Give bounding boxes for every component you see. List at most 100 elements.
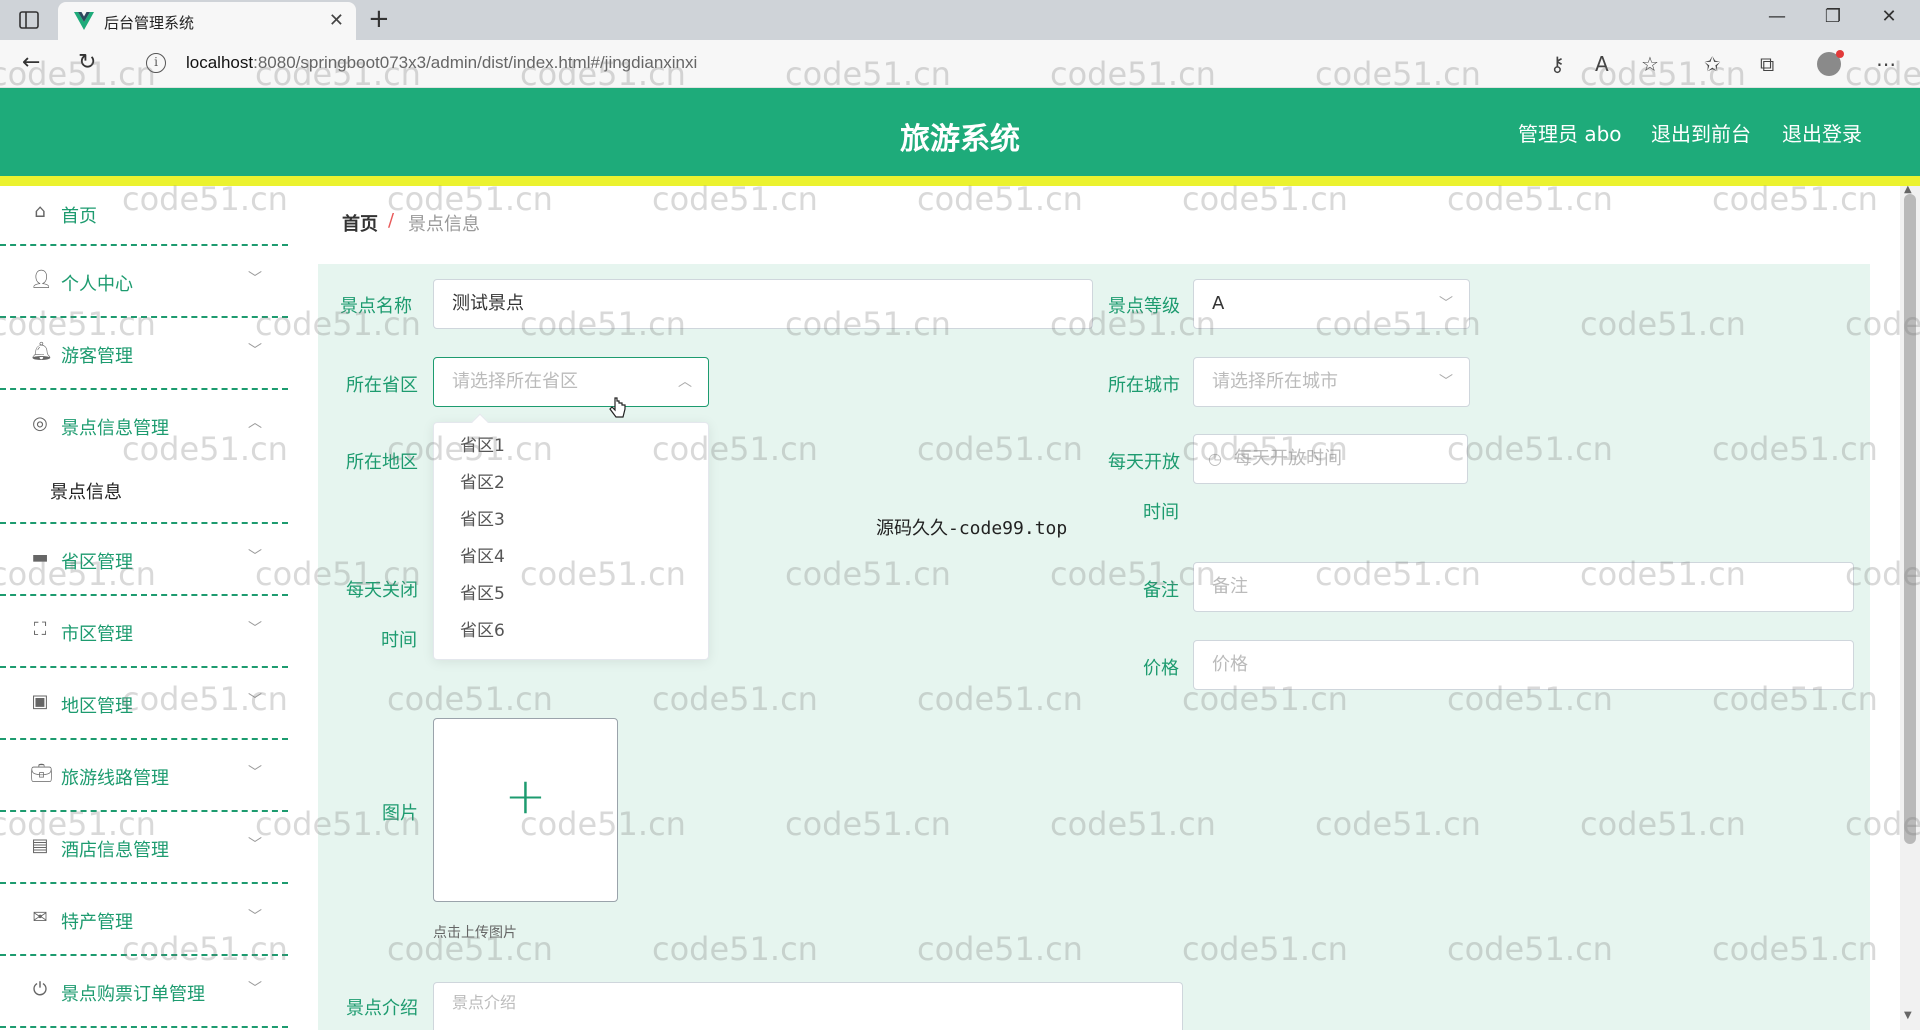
province-label: 所在省区 [346,375,418,396]
sidebar-item-visitors[interactable]: 🔔︎ 游客管理 ﹀ [0,318,288,390]
image-upload-button[interactable]: + [433,718,618,902]
breadcrumb-home[interactable]: 首页 [342,210,378,236]
upload-hint: 点击上传图片 [433,925,517,941]
collections-icon[interactable]: ⧉ [1760,52,1774,76]
chevron-down-icon: ﹀ [248,343,262,359]
url-field[interactable]: localhost:8080/springboot073x3/admin/dis… [186,53,697,73]
tab-title: 后台管理系统 [104,14,195,32]
sidebar-item-hotels[interactable]: ▤ 酒店信息管理 ﹀ [0,812,288,884]
sidebar-item-provinces[interactable]: ▬ 省区管理 ﹀ [0,524,288,596]
sidebar-item-routes[interactable]: 💼︎ 旅游线路管理 ﹀ [0,740,288,812]
notification-dot [1836,50,1844,58]
close-window-icon[interactable]: ✕ [1866,6,1912,27]
center-caption: 源码久久-code99.top [876,518,1068,539]
level-value: A [1212,293,1225,314]
wallet-icon: ▣ [31,691,49,712]
open-time-label-2: 时间 [1143,502,1179,523]
vue-logo-icon [74,12,94,30]
scroll-down-icon[interactable]: ▼ [1904,1010,1912,1021]
image-label: 图片 [382,803,418,824]
chevron-down-icon: ﹀ [248,765,262,781]
exit-to-front-link[interactable]: 退出到前台 [1651,118,1751,147]
breadcrumb-current: 景点信息 [408,214,480,235]
current-user: 管理员 abo [1518,122,1622,146]
chevron-down-icon: ﹀ [248,981,262,997]
power-icon: ⏻ [32,979,48,1000]
intro-textarea[interactable]: 景点介绍 [433,982,1183,1030]
chevron-down-icon: ﹀ [1439,374,1453,390]
chevron-down-icon: ﹀ [248,909,262,925]
add-favorite-icon[interactable]: ☆ [1641,52,1659,76]
city-select[interactable]: 请选择所在城市 ﹀ [1193,357,1470,407]
address-bar: ← ↻ i localhost:8080/springboot073x3/adm… [0,40,1920,88]
chevron-down-icon: ﹀ [248,549,262,565]
sidebar-item-cities[interactable]: ⛶ 市区管理 ﹀ [0,596,288,668]
plus-icon: + [504,767,547,825]
site-info-icon[interactable]: i [146,53,166,73]
open-time-placeholder: 每天开放时间 [1234,448,1342,469]
price-label: 价格 [1143,658,1179,679]
open-time-input[interactable]: ◷ 每天开放时间 [1193,434,1468,484]
level-label: 景点等级 [1108,296,1180,317]
mail-icon: ✉ [32,907,48,928]
logout-link[interactable]: 退出登录 [1782,118,1862,147]
read-aloud-icon[interactable]: A [1595,52,1609,76]
sidebar-item-attractions[interactable]: ◎ 景点信息管理 ︿ 景点信息 [0,390,288,524]
back-icon[interactable]: ← [22,50,40,75]
sidebar-item-home[interactable]: ⌂ 首页 [0,186,288,246]
province-option[interactable]: 省区1 [434,428,708,465]
province-select[interactable]: 请选择所在省区 ︿ [433,357,709,407]
chevron-up-icon: ︿ [248,415,262,431]
breadcrumb-separator: / [388,210,395,231]
chevron-down-icon: ﹀ [248,621,262,637]
new-tab-icon[interactable]: + [368,4,390,34]
scroll-thumb[interactable] [1904,194,1916,844]
province-option[interactable]: 省区3 [434,502,708,539]
browser-tab-bar: 后台管理系统 ✕ + — ❐ ✕ [0,0,1920,40]
chevron-down-icon: ﹀ [248,837,262,853]
name-input[interactable]: 测试景点 [433,279,1093,329]
sidebar-item-areas[interactable]: ▣ 地区管理 ﹀ [0,668,288,740]
price-input[interactable]: 价格 [1193,640,1854,690]
page-scrollbar[interactable]: ▲ ▼ [1900,184,1920,1030]
city-placeholder: 请选择所在城市 [1212,371,1338,392]
submenu-item-attraction-info[interactable]: 景点信息 [50,478,122,504]
sidebar-item-ticket-orders[interactable]: ⏻ 景点购票订单管理 ﹀ [0,956,288,1028]
chevron-up-icon: ︿ [678,374,692,390]
sidebar: ⌂ 首页 👤︎ 个人中心 ﹀ 🔔︎ 游客管理 ﹀ ◎ 景点信息管理 ︿ 景点信息… [0,186,290,1030]
bell-icon: 🔔︎ [30,341,53,362]
fullscreen-icon: ⛶ [33,619,47,640]
sidebar-item-specialties[interactable]: ✉ 特产管理 ﹀ [0,884,288,956]
reload-icon[interactable]: ↻ [78,50,96,75]
province-option[interactable]: 省区5 [434,576,708,613]
key-icon[interactable]: ⚷ [1550,52,1565,76]
more-icon[interactable]: ⋯ [1876,52,1896,76]
chevron-down-icon: ﹀ [248,271,262,287]
minimize-icon[interactable]: — [1754,6,1800,27]
app-header: 旅游系统 管理员 abo 退出到前台 退出登录 [0,88,1920,176]
province-dropdown: 省区1 省区2 省区3 省区4 省区5 省区6 [433,413,709,660]
breadcrumb: 首页 / 景点信息 [318,190,1868,252]
remark-input[interactable]: 备注 [1193,562,1854,612]
province-option[interactable]: 省区6 [434,613,708,650]
favorites-icon[interactable]: ✩ [1704,52,1721,76]
tab-actions-icon[interactable] [18,9,40,31]
restore-icon[interactable]: ❐ [1810,6,1856,27]
province-placeholder: 请选择所在省区 [452,371,578,392]
close-tab-icon[interactable]: ✕ [329,10,344,31]
briefcase-icon: 💼︎ [30,763,53,784]
sidebar-item-profile[interactable]: 👤︎ 个人中心 ﹀ [0,246,288,318]
province-option[interactable]: 省区2 [434,465,708,502]
user-icon: 👤︎ [30,269,53,290]
level-select[interactable]: A ﹀ [1193,279,1470,329]
province-option[interactable]: 省区4 [434,539,708,576]
close-time-label: 每天关闭 [346,580,418,601]
remark-label: 备注 [1143,580,1179,601]
clock-icon: ◷ [1208,449,1222,468]
document-icon: ▤ [31,835,49,856]
chevron-down-icon: ﹀ [1439,296,1453,312]
mouse-cursor-icon [609,397,626,418]
city-label: 所在城市 [1108,375,1180,396]
close-time-label-2: 时间 [381,630,417,651]
browser-tab[interactable]: 后台管理系统 ✕ [58,2,356,40]
